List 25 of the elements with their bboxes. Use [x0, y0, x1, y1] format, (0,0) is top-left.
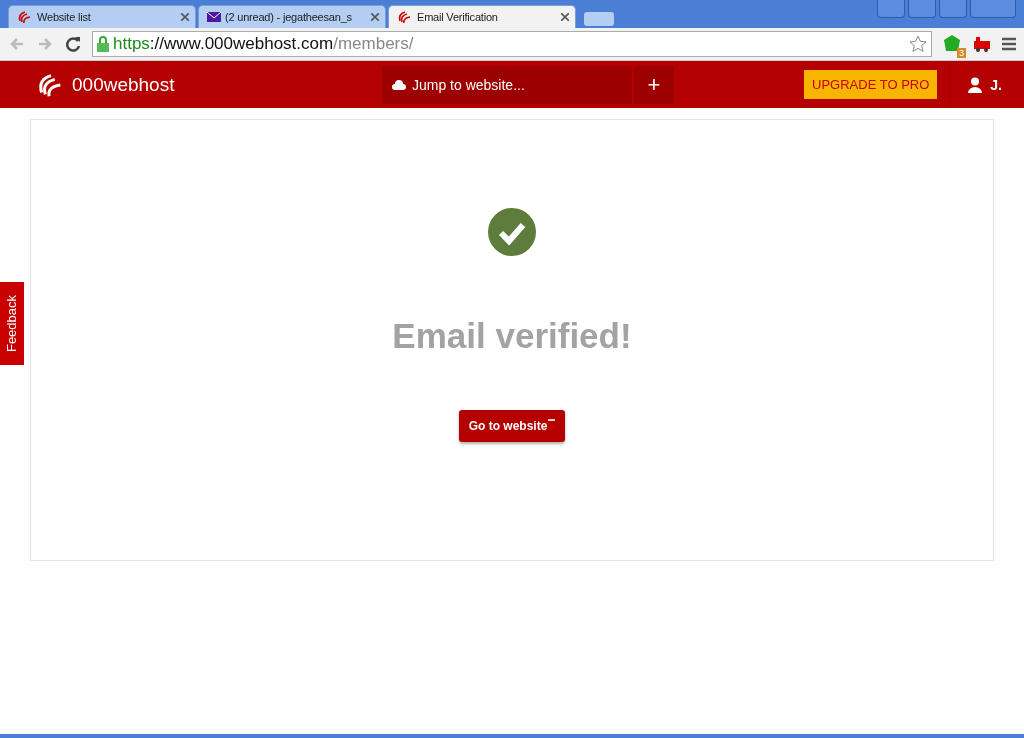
star-icon[interactable]: [909, 35, 927, 53]
go-to-website-button[interactable]: Go to website: [458, 410, 566, 442]
close-icon[interactable]: [181, 13, 189, 21]
close-icon[interactable]: [561, 13, 569, 21]
cloud-icon: [392, 79, 406, 90]
add-button[interactable]: +: [634, 65, 674, 104]
check-icon: [488, 208, 536, 256]
lock-icon: [97, 36, 109, 52]
brand-name[interactable]: 000webhost: [72, 73, 175, 96]
logo-icon: [397, 9, 413, 25]
jump-dropdown[interactable]: Jump to website...: [382, 65, 632, 104]
browser-tab[interactable]: Website list: [8, 5, 196, 28]
feedback-tab[interactable]: Feedback: [0, 282, 24, 365]
address-bar[interactable]: https://www.000webhost.com/members/: [92, 31, 932, 57]
reload-icon[interactable]: [64, 35, 82, 53]
user-icon: [968, 76, 983, 93]
browser-tab[interactable]: (2 unread) - jegatheesan_s: [198, 5, 386, 28]
logo-icon: [17, 9, 33, 25]
browser-tab[interactable]: Email Verification: [388, 5, 576, 28]
close-icon[interactable]: [371, 13, 379, 21]
envelope-icon: [207, 12, 221, 22]
menu-icon[interactable]: [1002, 37, 1016, 51]
train-icon[interactable]: [972, 36, 992, 52]
user-menu[interactable]: J.: [949, 61, 1024, 108]
page-title: Email verified!: [392, 316, 632, 356]
